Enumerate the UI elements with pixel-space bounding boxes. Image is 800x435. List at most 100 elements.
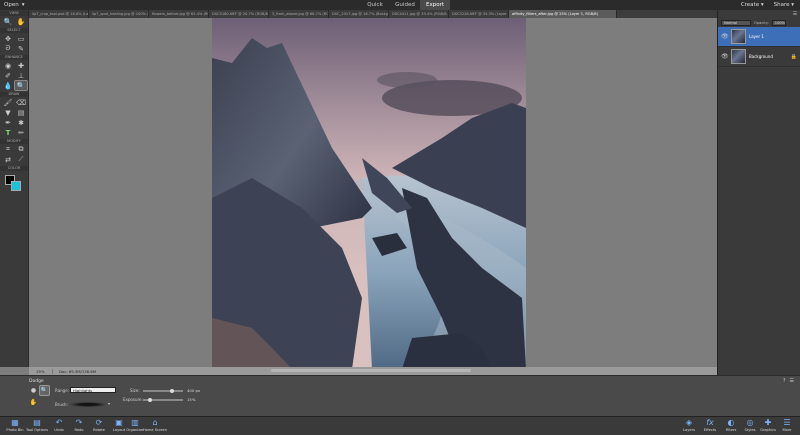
layer-name: Background bbox=[749, 54, 773, 59]
styles-icon: ◎ bbox=[746, 418, 754, 427]
blend-mode-select[interactable]: Normal bbox=[721, 19, 751, 26]
brush-preview[interactable] bbox=[70, 402, 106, 407]
blur-icon[interactable]: 💧 bbox=[2, 81, 14, 90]
photo-bin-icon: ▦ bbox=[11, 418, 19, 427]
chevron-down-icon[interactable]: ▾ bbox=[108, 401, 110, 406]
marquee-icon[interactable]: ▭ bbox=[15, 34, 27, 43]
paint-bucket-icon[interactable]: ▼ bbox=[2, 108, 14, 117]
horizontal-scrollbar[interactable] bbox=[271, 369, 471, 372]
right-menu: Create ▾ Share ▾ bbox=[741, 0, 794, 10]
panel-menu-icon[interactable]: ☰ bbox=[790, 378, 794, 384]
custom-shape-icon[interactable]: ✱ bbox=[15, 118, 27, 127]
color-swatches[interactable] bbox=[3, 173, 25, 193]
document-tab[interactable]: DSC5180.NEF @ 20.7% (RGB/8... bbox=[209, 10, 269, 18]
undo-icon: ↶ bbox=[55, 418, 63, 427]
organizer-icon: ▥ bbox=[131, 418, 139, 427]
open-label: Open bbox=[4, 2, 19, 8]
create-menu[interactable]: Create ▾ bbox=[741, 2, 764, 8]
eye-icon[interactable]: 👁 bbox=[721, 53, 729, 60]
exposure-slider[interactable] bbox=[143, 398, 183, 402]
share-menu[interactable]: Share ▾ bbox=[774, 2, 794, 8]
opacity-field[interactable]: 100% bbox=[771, 19, 786, 26]
type-icon[interactable]: T bbox=[2, 128, 14, 137]
move-icon[interactable]: ✥ bbox=[2, 34, 14, 43]
pencil-icon[interactable]: ✏ bbox=[15, 128, 27, 137]
lasso-icon[interactable]: ᘐ bbox=[2, 44, 14, 53]
top-menu-bar: Open ▾ Quick Guided Export Create ▾ Shar… bbox=[0, 0, 800, 10]
mode-switcher: Quick Guided Export bbox=[360, 0, 450, 10]
gradient-icon[interactable]: ▤ bbox=[15, 108, 27, 117]
smart-brush-icon[interactable]: ✐ bbox=[2, 71, 14, 80]
section-color: COLOR bbox=[0, 166, 28, 171]
home-screen-button[interactable]: ⌂ Home Screen bbox=[142, 418, 168, 435]
open-menu[interactable]: Open ▾ bbox=[4, 0, 24, 10]
document-tab[interactable]: flowers_before.jpg @ 65.4% (RGB/8... bbox=[149, 10, 209, 18]
tools-panel: VIEW 🔍 ✋ SELECT ✥ ▭ ᘐ ✎ ENHANCE ◉ ✚ ✐ ⊥ … bbox=[0, 10, 29, 367]
lock-icon[interactable]: 🔒 bbox=[791, 54, 797, 60]
brush-label: Brush: bbox=[55, 402, 68, 407]
panel-menu-icon[interactable]: ☰ bbox=[792, 11, 798, 17]
document-tab[interactable]: DSC5228.NEF @ 33.3% (Layer 0... bbox=[449, 10, 509, 18]
range-label: Range: bbox=[55, 388, 70, 393]
quick-selection-icon[interactable]: ✎ bbox=[15, 44, 27, 53]
task-bar: ▦ Photo Bin ▤ Tool Options ↶ Undo ↷ Redo… bbox=[0, 416, 800, 435]
zoom-level[interactable]: 25% bbox=[29, 368, 53, 374]
document-tab[interactable]: 3_from_above.jpg @ 66.7% (RGB/8... bbox=[269, 10, 329, 18]
graphics-icon: ✚ bbox=[764, 418, 772, 427]
layer-row-background[interactable]: 👁 Background 🔒 bbox=[718, 47, 800, 67]
document-tab[interactable]: DSC_2317.jpg @ 16.7% (Background... bbox=[329, 10, 389, 18]
background-color[interactable] bbox=[11, 181, 21, 191]
hand-icon[interactable]: ✋ bbox=[15, 17, 27, 26]
tool-options-icon: ▤ bbox=[33, 418, 41, 427]
dodge-tool-icon[interactable]: 🔍 bbox=[39, 385, 50, 396]
document-tab[interactable]: lip7_crop_tool.psd @ 16.6% (Layer... bbox=[29, 10, 89, 18]
red-eye-icon[interactable]: ◉ bbox=[2, 61, 14, 70]
effects-icon: fx bbox=[706, 418, 714, 427]
help-icon[interactable]: ? bbox=[783, 378, 786, 384]
exposure-label: Exposure: bbox=[123, 397, 143, 402]
layer-row-layer-1[interactable]: 👁 Layer 1 bbox=[718, 27, 800, 47]
document-tab-bar: lip7_crop_tool.psd @ 16.6% (Layer... lip… bbox=[29, 10, 717, 18]
document-tab[interactable]: DSC4411.jpg @ 33.4% (RGB/8... bbox=[389, 10, 449, 18]
tool-name: Dodge bbox=[29, 379, 44, 384]
straighten-icon[interactable]: ⟋ bbox=[15, 155, 27, 164]
opacity-label: Opacity: bbox=[754, 20, 769, 25]
eyedropper-icon[interactable]: ✒ bbox=[2, 118, 14, 127]
size-slider[interactable] bbox=[143, 389, 183, 393]
more-button[interactable]: ☰ More bbox=[774, 418, 800, 435]
zoom-icon[interactable]: 🔍 bbox=[2, 17, 14, 26]
layers-icon: ◈ bbox=[685, 418, 693, 427]
mode-quick[interactable]: Quick bbox=[360, 0, 390, 10]
filters-icon: ◐ bbox=[727, 418, 735, 427]
brush-icon[interactable]: 🖌 bbox=[2, 98, 14, 107]
eye-icon[interactable]: 👁 bbox=[721, 33, 729, 40]
sponge-icon[interactable]: ● bbox=[29, 386, 38, 395]
chevron-down-icon: ▾ bbox=[21, 2, 25, 8]
eraser-icon[interactable]: ⌫ bbox=[15, 98, 27, 107]
dodge-icon[interactable]: 🔍 bbox=[14, 80, 28, 91]
document-image[interactable] bbox=[212, 18, 526, 369]
size-label: Size: bbox=[130, 388, 140, 393]
redo-icon: ↷ bbox=[75, 418, 83, 427]
document-tab[interactable]: lip7_spot_healing.jpg @ 100% (RGB/8... bbox=[89, 10, 149, 18]
layer-name: Layer 1 bbox=[749, 34, 764, 39]
more-icon: ☰ bbox=[783, 418, 791, 427]
mode-export[interactable]: Export bbox=[420, 0, 450, 10]
status-bar: 25% Doc: 69.3M/138.6M bbox=[29, 367, 717, 375]
rotate-icon: ⟳ bbox=[95, 418, 103, 427]
canvas-area[interactable] bbox=[29, 18, 717, 369]
content-aware-move-icon[interactable]: ⇄ bbox=[2, 155, 14, 164]
document-tab-active[interactable]: affinity_filters_after.jpg @ 25% (Layer … bbox=[509, 10, 617, 18]
clone-stamp-icon[interactable]: ⊥ bbox=[15, 71, 27, 80]
burn-icon[interactable]: ✋ bbox=[29, 398, 38, 407]
recompose-icon[interactable]: ⧉ bbox=[15, 145, 27, 154]
size-value[interactable]: 400 px bbox=[187, 388, 200, 393]
document-size: Doc: 69.3M/138.6M bbox=[59, 368, 96, 374]
mode-guided[interactable]: Guided bbox=[390, 0, 420, 10]
exposure-value[interactable]: 15% bbox=[187, 397, 195, 402]
crop-icon[interactable]: ⌗ bbox=[2, 145, 14, 154]
exposure-slider-thumb[interactable] bbox=[148, 398, 153, 402]
size-slider-thumb[interactable] bbox=[170, 389, 174, 393]
spot-healing-icon[interactable]: ✚ bbox=[15, 61, 27, 70]
range-select[interactable]: Highlights bbox=[70, 387, 116, 393]
